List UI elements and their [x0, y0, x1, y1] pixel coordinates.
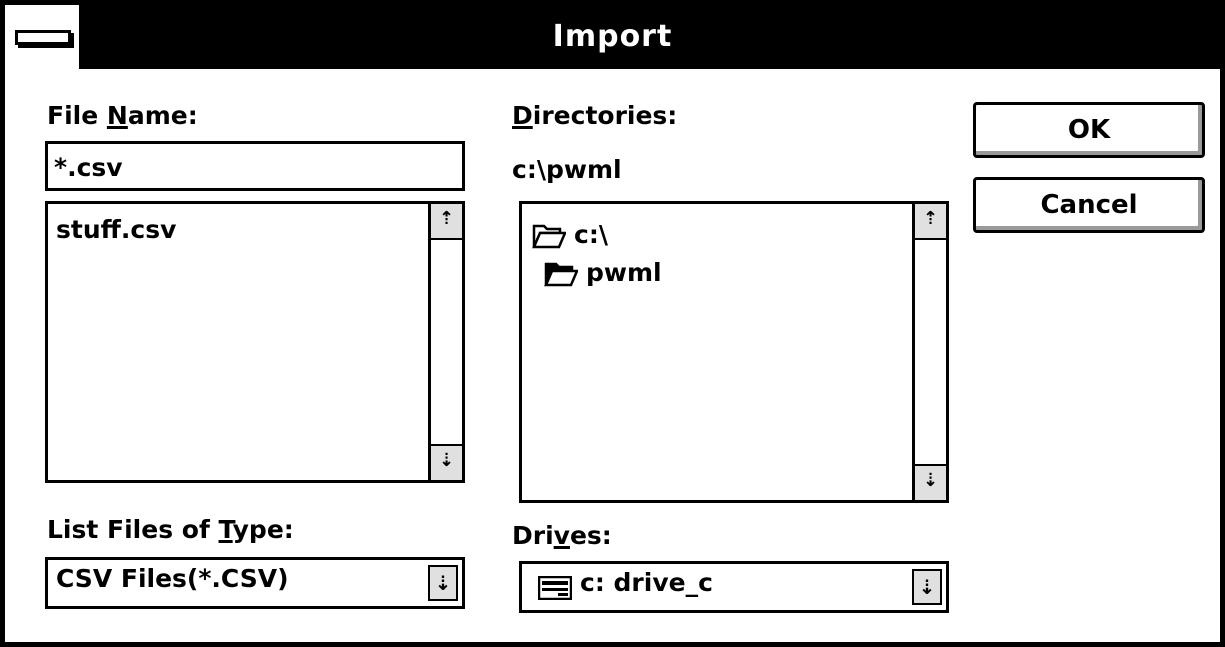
scroll-up-icon[interactable]: ⇡	[915, 204, 946, 240]
open-folder-icon	[532, 224, 566, 249]
file-list-scrollbar[interactable]: ⇡ ⇣	[428, 204, 462, 480]
drive-icon	[538, 576, 572, 600]
current-directory-path: c:\pwml	[512, 155, 622, 184]
filled-open-folder-icon	[544, 262, 578, 287]
dropdown-arrow-icon[interactable]: ⇣	[428, 565, 458, 601]
scroll-down-icon[interactable]: ⇣	[915, 464, 946, 500]
directory-list[interactable]: c:\ pwml ⇡ ⇣	[519, 201, 949, 503]
file-name-input[interactable]: *.csv	[45, 141, 465, 191]
directory-item-label: c:\	[574, 220, 608, 249]
drives-select[interactable]: c: drive_c ⇣	[519, 561, 949, 613]
file-list[interactable]: stuff.csv ⇡ ⇣	[45, 201, 465, 483]
dialog-title: Import	[552, 19, 673, 54]
file-type-value: CSV Files(*.CSV)	[56, 564, 289, 593]
drives-value: c: drive_c	[580, 568, 713, 597]
import-dialog: Import File Name: *.csv stuff.csv ⇡ ⇣ Di…	[0, 0, 1225, 647]
file-name-label: File Name:	[47, 101, 198, 130]
dropdown-arrow-icon[interactable]: ⇣	[912, 569, 942, 605]
file-type-select[interactable]: CSV Files(*.CSV) ⇣	[45, 557, 465, 609]
cancel-button[interactable]: Cancel	[973, 177, 1205, 233]
directory-list-scrollbar[interactable]: ⇡ ⇣	[912, 204, 946, 500]
ok-button[interactable]: OK	[973, 102, 1205, 158]
scroll-down-icon[interactable]: ⇣	[431, 444, 462, 480]
directory-item-label: pwml	[586, 258, 662, 287]
file-type-label: List Files of Type:	[47, 515, 294, 544]
file-name-value: *.csv	[54, 153, 123, 182]
title-bar[interactable]: Import	[5, 5, 1220, 69]
directories-label: Directories:	[512, 101, 678, 130]
file-list-item[interactable]: stuff.csv	[56, 215, 176, 244]
drives-label: Drives:	[512, 521, 612, 550]
scroll-up-icon[interactable]: ⇡	[431, 204, 462, 240]
